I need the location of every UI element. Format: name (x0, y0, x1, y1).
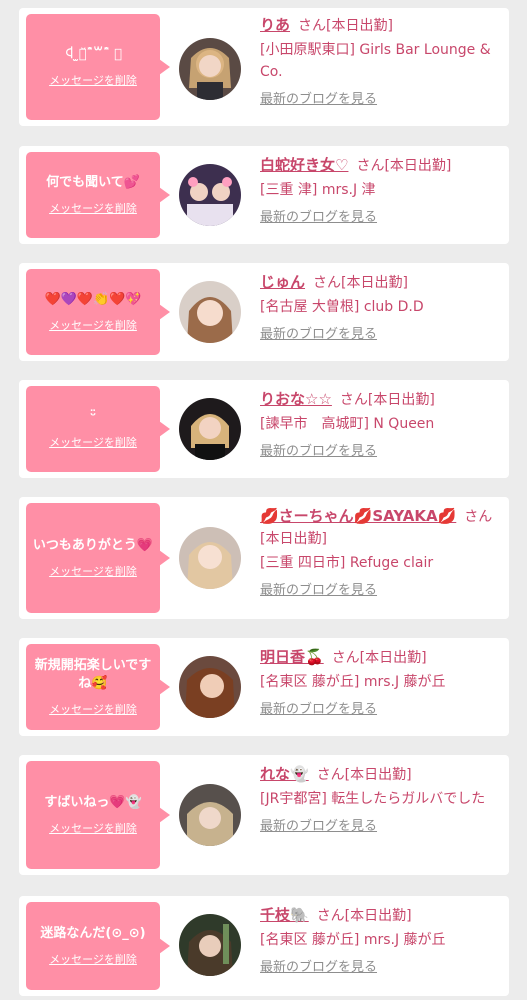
delete-message-link[interactable]: メッセージを削除 (49, 72, 137, 88)
delete-message-link[interactable]: メッセージを削除 (49, 317, 137, 333)
message-bubble: 新規開拓楽しいですね🥰 メッセージを削除 (26, 644, 170, 730)
message-bubble: 迷路なんだ(⊙_⊙) メッセージを削除 (26, 902, 170, 990)
message-text: いつもありがとう💗 (32, 538, 154, 553)
shop-text: [諫早市 高城町] N Queen (260, 416, 435, 432)
shop-text: [JR宇都宮] 転生したらガルバでした (260, 791, 486, 807)
cast-info: 明日香🍒 さん[本日出勤] [名東区 藤が丘] mrs.J 藤が丘 最新のブログを… (260, 646, 496, 721)
cast-name-link[interactable]: じゅん (260, 273, 305, 291)
message-card: 何でも聞いて💕 メッセージを削除 白蛇好き女♡ さん[本日出勤] [三重 津] m… (19, 146, 509, 244)
cast-name-link[interactable]: 千枝🐘 (260, 906, 309, 924)
avatar[interactable] (179, 398, 241, 460)
avatar[interactable] (179, 164, 241, 226)
blog-link[interactable]: 最新のブログを見る (260, 580, 377, 602)
blog-link[interactable]: 最新のブログを見る (260, 699, 377, 721)
avatar[interactable] (179, 656, 241, 718)
shop-text: [小田原駅東口] Girls Bar Lounge & Co. (260, 42, 491, 80)
avatar[interactable] (179, 527, 241, 589)
message-card: 迷路なんだ(⊙_⊙) メッセージを削除 千枝🐘 さん[本日出勤] [名東区 藤が丘… (19, 896, 509, 996)
shop-text: [三重 津] mrs.J 津 (260, 182, 376, 198)
blog-link[interactable]: 最新のブログを見る (260, 324, 377, 346)
delete-message-link[interactable]: メッセージを削除 (49, 563, 137, 579)
message-bubble: 何でも聞いて💕 メッセージを削除 (26, 152, 170, 238)
delete-message-link[interactable]: メッセージを削除 (49, 701, 137, 717)
delete-message-link[interactable]: メッセージを削除 (49, 951, 137, 967)
message-text: ꒉ ̫ꒉ̆ˆ̆꒳ˆ̆ 𝟑 (64, 47, 122, 62)
message-text: すばいねっ💗👻 (44, 795, 142, 810)
message-card: ᵕ̈ メッセージを削除 りおな☆☆ さん[本日出勤] [諫早市 高城町] N Qu… (19, 380, 509, 478)
cast-info: 白蛇好き女♡ さん[本日出勤] [三重 津] mrs.J 津 最新のブログを見る (260, 154, 496, 229)
message-text: 迷路なんだ(⊙_⊙) (40, 926, 146, 941)
avatar[interactable] (179, 914, 241, 976)
cast-name-link[interactable]: 白蛇好き女♡ (260, 156, 348, 174)
cast-name-link[interactable]: 明日香🍒 (260, 648, 324, 666)
blog-link[interactable]: 最新のブログを見る (260, 441, 377, 463)
shop-text: [三重 四日市] Refuge clair (260, 555, 434, 571)
message-text: 何でも聞いて💕 (46, 175, 140, 190)
delete-message-link[interactable]: メッセージを削除 (49, 434, 137, 450)
delete-message-link[interactable]: メッセージを削除 (49, 820, 137, 836)
blog-link[interactable]: 最新のブログを見る (260, 89, 377, 111)
cast-info: りあ さん[本日出勤] [小田原駅東口] Girls Bar Lounge & C… (260, 14, 496, 111)
message-bubble: ❤️💜❤️👏❤️💖 メッセージを削除 (26, 269, 170, 355)
cast-info: 千枝🐘 さん[本日出勤] [名東区 藤が丘] mrs.J 藤が丘 最新のブログを見… (260, 904, 496, 979)
avatar[interactable] (179, 784, 241, 846)
cast-name-link[interactable]: りあ (260, 16, 290, 34)
shop-text: [名東区 藤が丘] mrs.J 藤が丘 (260, 932, 446, 948)
status-text: さん[本日出勤] (298, 18, 393, 34)
cast-name-link[interactable]: 💋さーちゃん💋SAYAKA💋 (260, 507, 456, 525)
avatar[interactable] (179, 281, 241, 343)
message-card: ❤️💜❤️👏❤️💖 メッセージを削除 じゅん さん[本日出勤] [名古屋 大曽根]… (19, 263, 509, 361)
cast-name-link[interactable]: れな👻 (260, 765, 309, 783)
cast-info: 💋さーちゃん💋SAYAKA💋 さん[本日出勤] [三重 四日市] Refuge c… (260, 505, 496, 602)
status-text: さん[本日出勤] (313, 275, 408, 291)
shop-text: [名古屋 大曽根] club D.D (260, 299, 424, 315)
message-bubble: いつもありがとう💗 メッセージを削除 (26, 503, 170, 613)
message-text: ❤️💜❤️👏❤️💖 (44, 292, 142, 307)
cast-info: じゅん さん[本日出勤] [名古屋 大曽根] club D.D 最新のブログを見る (260, 271, 496, 346)
message-bubble: ꒉ ̫ꒉ̆ˆ̆꒳ˆ̆ 𝟑 メッセージを削除 (26, 14, 170, 120)
delete-message-link[interactable]: メッセージを削除 (49, 200, 137, 216)
blog-link[interactable]: 最新のブログを見る (260, 957, 377, 979)
message-card: 新規開拓楽しいですね🥰 メッセージを削除 明日香🍒 さん[本日出勤] [名東区 藤… (19, 638, 509, 736)
status-text: さん[本日出勤] (316, 908, 412, 924)
message-bubble: すばいねっ💗👻 メッセージを削除 (26, 761, 170, 869)
blog-link[interactable]: 最新のブログを見る (260, 816, 377, 838)
message-card: すばいねっ💗👻 メッセージを削除 れな👻 さん[本日出勤] [JR宇都宮] 転生し… (19, 755, 509, 875)
message-bubble: ᵕ̈ メッセージを削除 (26, 386, 170, 472)
shop-text: [名東区 藤が丘] mrs.J 藤が丘 (260, 674, 446, 690)
message-text: ᵕ̈ (89, 409, 97, 424)
status-text: さん[本日出勤] (339, 392, 435, 408)
cast-info: りおな☆☆ さん[本日出勤] [諫早市 高城町] N Queen 最新のブログを見… (260, 388, 496, 463)
avatar[interactable] (179, 38, 241, 100)
message-text: 新規開拓楽しいですね🥰 (34, 658, 152, 691)
status-text: さん[本日出勤] (316, 767, 412, 783)
cast-name-link[interactable]: りおな☆☆ (260, 390, 332, 408)
message-card: ꒉ ̫ꒉ̆ˆ̆꒳ˆ̆ 𝟑 メッセージを削除 りあ さん[本日出勤] [小田原駅東口… (19, 8, 509, 126)
cast-info: れな👻 さん[本日出勤] [JR宇都宮] 転生したらガルバでした 最新のブログを見… (260, 763, 496, 838)
status-text: さん[本日出勤] (356, 158, 452, 174)
message-card: いつもありがとう💗 メッセージを削除 💋さーちゃん💋SAYAKA💋 さん[本日出勤… (19, 497, 509, 619)
blog-link[interactable]: 最新のブログを見る (260, 207, 377, 229)
status-text: さん[本日出勤] (331, 650, 427, 666)
